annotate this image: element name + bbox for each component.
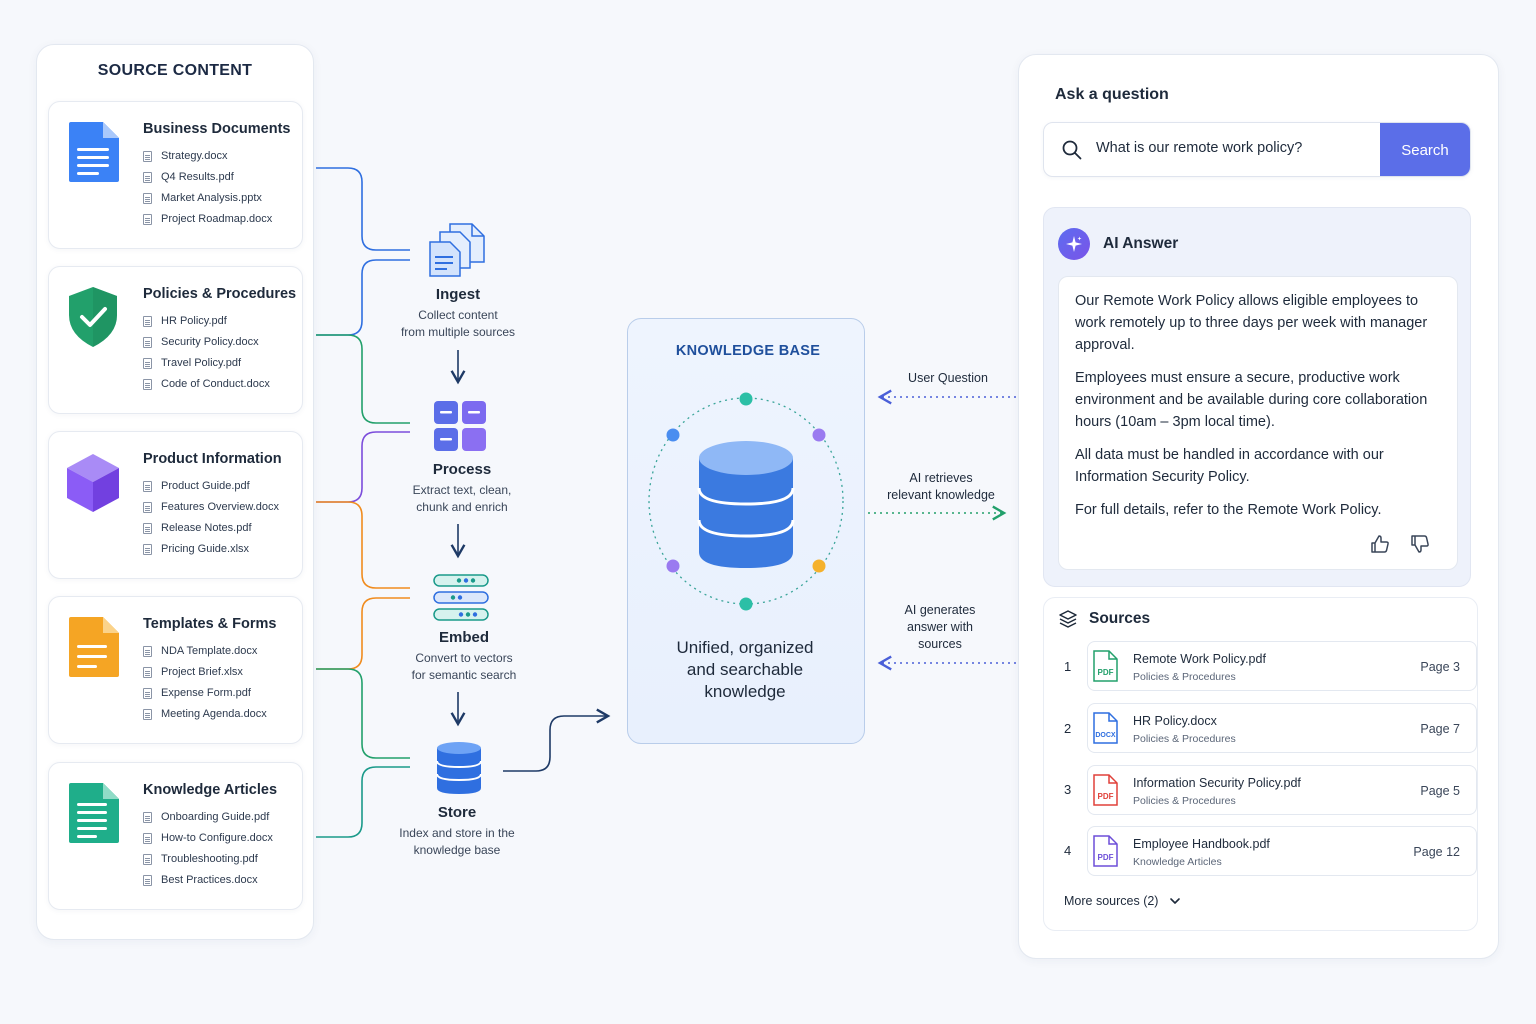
- sparkle-icon: [1058, 228, 1090, 260]
- ai-answer-title: AI Answer: [1103, 235, 1179, 252]
- source-file-name: Information Security Policy.pdf: [1133, 776, 1301, 790]
- search-input[interactable]: [1096, 140, 1376, 156]
- source-row[interactable]: PDF Information Security Policy.pdf Poli…: [1087, 765, 1477, 815]
- pipeline-step-store: Store Index and store in the knowledge b…: [372, 802, 542, 858]
- vectors-icon: [433, 574, 489, 621]
- source-category: Policies & Procedures: [1133, 795, 1236, 807]
- pdf-file-icon: PDF: [1093, 774, 1118, 806]
- step-desc-line: Collect content: [418, 308, 498, 322]
- source-page: Page 12: [1413, 845, 1460, 859]
- source-number: 4: [1064, 843, 1072, 858]
- orbit-node: [739, 597, 753, 611]
- pdf-file-icon: PDF: [1093, 835, 1118, 867]
- thumbs-down-icon[interactable]: [1410, 534, 1430, 554]
- orbit-node: [666, 428, 680, 442]
- search-button[interactable]: Search: [1380, 123, 1470, 176]
- label-line: sources: [918, 637, 962, 651]
- label-line: relevant knowledge: [887, 488, 995, 502]
- ask-question-title: Ask a question: [1055, 86, 1169, 103]
- source-page: Page 7: [1420, 722, 1460, 736]
- connector-line: [316, 334, 410, 424]
- caption-line: and searchable: [686, 660, 804, 679]
- chevron-down-icon: [1170, 898, 1181, 904]
- knowledge-base-title: KNOWLEDGE BASE: [675, 343, 821, 359]
- answer-paragraph: Our Remote Work Policy allows eligible e…: [1075, 293, 1428, 353]
- step-desc-line: chunk and enrich: [416, 499, 508, 514]
- step-desc-line: for semantic search: [411, 667, 517, 682]
- knowledge-base-caption: Unified, organized and searchable knowle…: [627, 637, 863, 703]
- orbit-node: [812, 559, 826, 573]
- svg-text:DOCX: DOCX: [1095, 732, 1116, 739]
- step-title: Ingest: [435, 286, 481, 303]
- answer-paragraph: Employees must ensure a secure, producti…: [1075, 370, 1428, 430]
- layers-icon: [1059, 610, 1077, 628]
- label-line: answer with: [907, 620, 973, 634]
- pipeline-step-embed: Embed Convert to vectors for semantic se…: [379, 627, 549, 683]
- source-file-name: Remote Work Policy.pdf: [1133, 652, 1266, 666]
- source-row[interactable]: DOCX HR Policy.docx Policies & Procedure…: [1087, 703, 1477, 753]
- docx-file-icon: DOCX: [1093, 712, 1118, 744]
- source-page: Page 3: [1420, 660, 1460, 674]
- more-sources-link[interactable]: More sources (2): [1064, 894, 1182, 908]
- label-line: AI generates: [904, 603, 976, 617]
- source-file-name: HR Policy.docx: [1133, 714, 1217, 728]
- knowledge-base-graphic: [648, 392, 844, 611]
- source-category: Policies & Procedures: [1133, 671, 1236, 683]
- step-description: Collect content from multiple sources: [373, 307, 543, 340]
- step-title: Store: [437, 804, 477, 821]
- grid-icon: [434, 401, 486, 451]
- svg-text:PDF: PDF: [1098, 668, 1114, 677]
- ai-generates-label: AI generates answer with sources: [886, 602, 994, 653]
- step-desc-line: knowledge base: [413, 842, 501, 857]
- step-description: Extract text, clean, chunk and enrich: [377, 482, 547, 515]
- step-title: Process: [432, 461, 492, 478]
- step-description: Index and store in the knowledge base: [372, 825, 542, 858]
- label-line: AI retrieves: [909, 471, 973, 485]
- source-category: Knowledge Articles: [1133, 856, 1222, 868]
- step-desc-line: Convert to vectors: [415, 651, 513, 665]
- orbit-node: [666, 559, 680, 573]
- source-row[interactable]: PDF Remote Work Policy.pdf Policies & Pr…: [1087, 641, 1477, 691]
- source-file-name: Employee Handbook.pdf: [1133, 837, 1270, 851]
- database-icon: [697, 441, 795, 568]
- step-desc-line: Extract text, clean,: [412, 483, 512, 497]
- source-number: 3: [1064, 782, 1072, 797]
- pipeline-step-ingest: Ingest Collect content from multiple sou…: [373, 284, 543, 340]
- pipeline-step-process: Process Extract text, clean, chunk and e…: [377, 459, 547, 515]
- svg-text:PDF: PDF: [1098, 792, 1114, 801]
- orbit-node: [812, 428, 826, 442]
- step-desc-line: Index and store in the: [399, 826, 515, 840]
- search-icon: [1062, 140, 1082, 160]
- source-page: Page 5: [1420, 784, 1460, 798]
- step-description: Convert to vectors for semantic search: [379, 650, 549, 683]
- source-category: Policies & Procedures: [1133, 733, 1236, 745]
- orbit-node: [739, 392, 753, 406]
- ai-retrieves-label: AI retrieves relevant knowledge: [878, 470, 1004, 504]
- answer-paragraph: All data must be handled in accordance w…: [1075, 447, 1384, 485]
- database-icon: [436, 742, 482, 794]
- search-bar: Search: [1043, 122, 1471, 177]
- source-number: 1: [1064, 659, 1072, 674]
- source-row[interactable]: PDF Employee Handbook.pdf Knowledge Arti…: [1087, 826, 1477, 876]
- source-number: 2: [1064, 721, 1072, 736]
- caption-line: knowledge: [704, 682, 786, 701]
- connector-line: [316, 167, 410, 251]
- thumbs-up-icon[interactable]: [1370, 534, 1390, 554]
- answer-paragraph: For full details, refer to the Remote Wo…: [1075, 502, 1382, 518]
- sources-title: Sources: [1089, 610, 1151, 627]
- svg-text:PDF: PDF: [1098, 853, 1114, 862]
- user-question-label: User Question: [908, 371, 988, 385]
- caption-line: Unified, organized: [676, 638, 814, 657]
- step-desc-line: from multiple sources: [400, 324, 516, 339]
- answer-text: Our Remote Work Policy allows eligible e…: [1075, 290, 1445, 532]
- documents-icon: [429, 223, 485, 277]
- store-to-kb-arrow: [503, 708, 611, 772]
- step-title: Embed: [438, 629, 489, 646]
- more-sources-label: More sources (2): [1064, 894, 1159, 908]
- pdf-file-icon: PDF: [1093, 650, 1118, 682]
